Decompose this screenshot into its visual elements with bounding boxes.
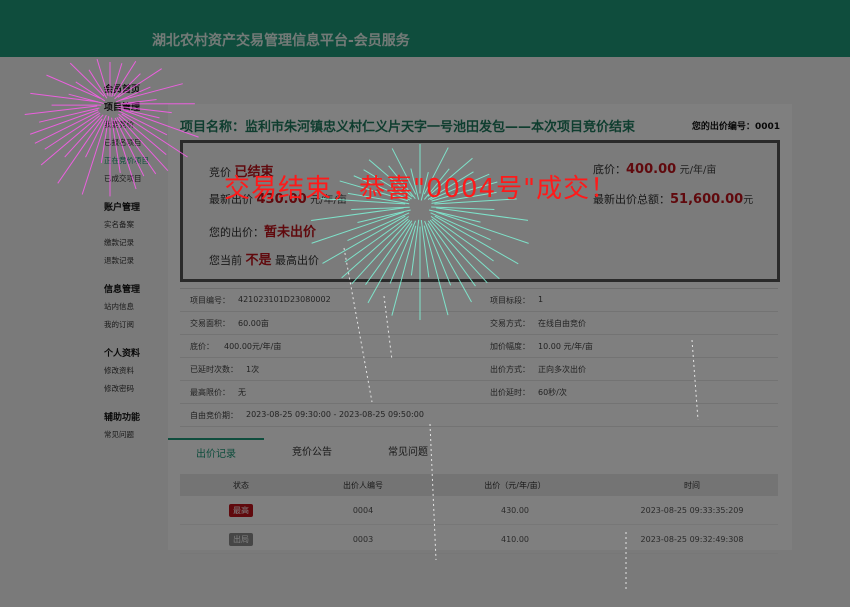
sidebar-item-change-password[interactable]: 修改密码	[104, 380, 162, 398]
table-row: 出局 0003 410.00 2023-08-25 09:32:49:308	[180, 524, 778, 554]
detail-label: 自由竞价期：	[190, 411, 238, 420]
sidebar-item-payments[interactable]: 缴款记录	[104, 234, 162, 252]
status-cell: 出局	[180, 524, 302, 554]
table-row: 最高 0004 430.00 2023-08-25 09:33:35:209	[180, 496, 778, 525]
column-header: 状态	[180, 474, 302, 496]
app-title: 湖北农村资产交易管理信息平台-会员服务	[152, 33, 410, 49]
sidebar-item-realname[interactable]: 实名备案	[104, 216, 162, 234]
detail-label: 出价延时：	[490, 388, 530, 397]
top-bar: 湖北农村资产交易管理信息平台-会员服务	[0, 0, 850, 57]
project-title: 项目名称：监利市朱河镇忠义村仁义片天字一号池田发包——本次项目竞价结束	[180, 120, 636, 135]
your-bid-label: 您的出价：	[209, 226, 264, 239]
detail-value: 2023-08-25 09:30:00 - 2023-08-25 09:50:0…	[246, 410, 424, 419]
detail-label: 交易方式：	[490, 319, 530, 328]
main-panel: 项目名称：监利市朱河镇忠义村仁义片天字一号池田发包——本次项目竞价结束 您的出价…	[168, 104, 792, 442]
status-badge: 最高	[229, 503, 253, 517]
detail-row: 交易面积： 60.00亩 交易方式： 在线自由竞价	[180, 312, 778, 335]
detail-row: 已延时次数： 1次 出价方式： 正向多次出价	[180, 358, 778, 381]
current-rank: 您当前 不是 最高出价	[209, 249, 319, 268]
sidebar-section-help: 辅助功能	[104, 413, 141, 423]
detail-value: 10.00 元/年/亩	[538, 342, 593, 351]
detail-label: 最高限价：	[190, 388, 230, 397]
your-bid: 您的出价：暂未出价	[209, 221, 316, 240]
detail-label: 底价：	[190, 342, 214, 351]
current-rank-suffix: 最高出价	[275, 254, 320, 267]
detail-value: 1	[538, 295, 544, 304]
status-badge: 出局	[229, 532, 253, 546]
floor-price-value: 400.00	[626, 162, 677, 177]
sidebar-item-registered[interactable]: 已报名项目	[104, 134, 162, 152]
bidder-cell: 0003	[302, 524, 424, 554]
sidebar-item-bidding[interactable]: 正在竞价项目	[104, 152, 162, 170]
sidebar-section-project: 项目管理	[104, 103, 141, 113]
detail-value: 400.00元/年/亩	[224, 342, 282, 351]
time-cell: 2023-08-25 09:32:49:308	[606, 524, 778, 554]
deal-closed-banner: 交易结束，恭喜"0004号"成交！	[224, 174, 618, 204]
bid-status-box: 竞价 已结束 底价：400.00 元/年/亩 最新出价 430.00 元/年/亩…	[180, 140, 780, 282]
sidebar-item-closed[interactable]: 已成交项目	[104, 170, 162, 188]
column-header: 出价人编号	[302, 474, 424, 496]
detail-label: 出价方式：	[490, 365, 530, 374]
latest-total-unit: 元	[743, 195, 754, 206]
column-header: 时间	[606, 474, 778, 496]
page: 湖北农村资产交易管理信息平台-会员服务 会员首页 项目管理 我要竞价 已报名项目…	[0, 0, 850, 607]
your-bid-value: 暂未出价	[264, 225, 317, 240]
detail-label: 项目标段：	[490, 296, 530, 305]
sidebar-item-subscriptions[interactable]: 我的订阅	[104, 316, 162, 334]
sidebar-home[interactable]: 会员首页	[104, 82, 162, 95]
record-tabs: 出价记录 竞价公告 常见问题	[168, 438, 792, 470]
sidebar-item-messages[interactable]: 站内信息	[104, 298, 162, 316]
tab-faq[interactable]: 常见问题	[360, 438, 456, 468]
floor-price-unit: 元/年/亩	[679, 165, 717, 176]
tab-bid-records[interactable]: 出价记录	[168, 438, 264, 470]
project-details: 项目编号： 421023101D23080002 项目标段： 1 交易面积： 6…	[180, 288, 778, 427]
sidebar-section-account: 账户管理	[104, 203, 141, 213]
detail-row: 自由竞价期： 2023-08-25 09:30:00 - 2023-08-25 …	[180, 404, 778, 427]
tab-bid-announcement[interactable]: 竞价公告	[264, 438, 360, 468]
detail-value: 无	[238, 388, 246, 397]
price-cell: 410.00	[424, 524, 606, 554]
detail-label: 项目编号：	[190, 296, 230, 305]
detail-value: 60.00亩	[238, 319, 269, 328]
sidebar-item-refunds[interactable]: 退款记录	[104, 252, 162, 270]
bid-table: 状态 出价人编号 出价（元/年/亩） 时间 最高 0004 430.00 202…	[180, 474, 778, 554]
status-cell: 最高	[180, 496, 302, 525]
detail-value: 在线自由竞价	[538, 319, 586, 328]
sidebar-item-bid[interactable]: 我要竞价	[104, 116, 162, 134]
detail-label: 交易面积：	[190, 319, 230, 328]
latest-total-value: 51,600.00	[670, 192, 744, 207]
table-header-row: 状态 出价人编号 出价（元/年/亩） 时间	[180, 474, 778, 496]
column-header: 出价（元/年/亩）	[424, 474, 606, 496]
my-bid-number-value: 0001	[754, 122, 780, 132]
detail-value: 1次	[246, 365, 260, 374]
detail-row: 底价： 400.00元/年/亩 加价幅度： 10.00 元/年/亩	[180, 335, 778, 358]
time-cell: 2023-08-25 09:33:35:209	[606, 496, 778, 525]
detail-label: 加价幅度：	[490, 342, 530, 351]
sidebar-item-edit-profile[interactable]: 修改资料	[104, 362, 162, 380]
detail-value: 60秒/次	[538, 388, 567, 397]
sidebar-section-info: 信息管理	[104, 285, 141, 295]
detail-value: 421023101D23080002	[238, 295, 331, 304]
current-rank-value: 不是	[245, 253, 272, 268]
sidebar: 会员首页 项目管理 我要竞价 已报名项目 正在竞价项目 已成交项目 账户管理 实…	[96, 82, 162, 444]
my-bid-number: 您的出价编号：0001	[692, 119, 780, 132]
detail-label: 已延时次数：	[190, 365, 238, 374]
price-cell: 430.00	[424, 496, 606, 525]
detail-value: 正向多次出价	[538, 365, 586, 374]
my-bid-number-label: 您的出价编号：	[691, 122, 755, 132]
bidder-cell: 0004	[302, 496, 424, 525]
current-rank-label: 您当前	[209, 254, 242, 267]
detail-row: 最高限价： 无 出价延时： 60秒/次	[180, 381, 778, 404]
sidebar-section-profile: 个人资料	[104, 349, 141, 359]
bid-records: 状态 出价人编号 出价（元/年/亩） 时间 最高 0004 430.00 202…	[168, 468, 792, 554]
detail-row: 项目编号： 421023101D23080002 项目标段： 1	[180, 289, 778, 312]
sidebar-item-faq[interactable]: 常见问题	[104, 426, 162, 444]
